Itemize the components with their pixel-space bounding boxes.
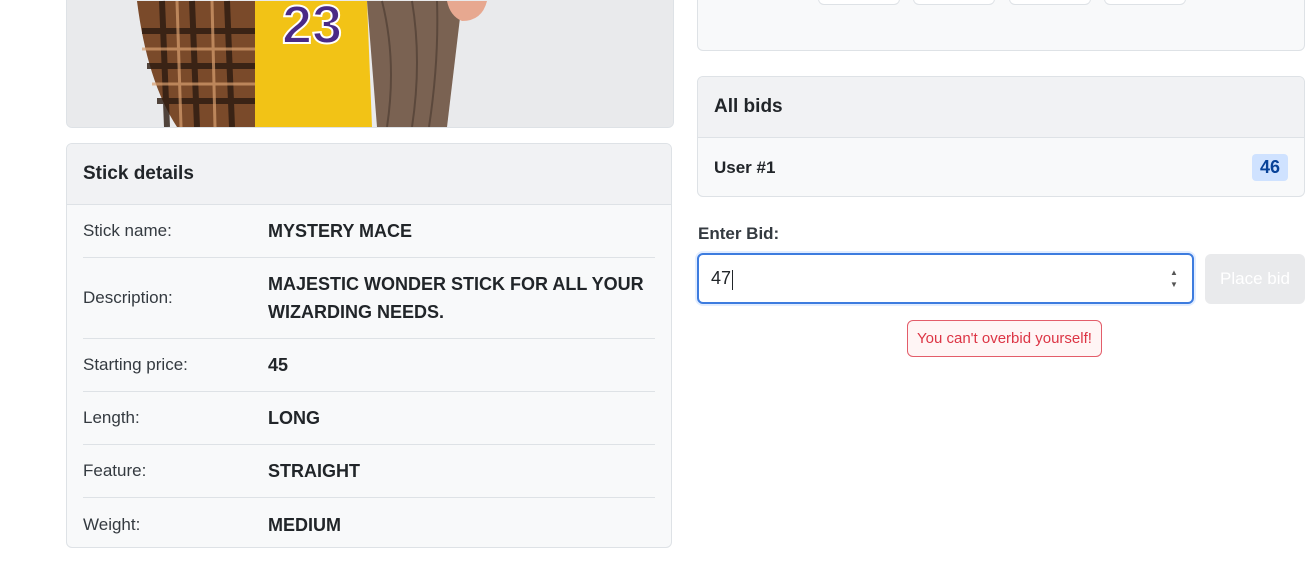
place-bid-button[interactable]: Place bid [1205, 254, 1305, 304]
top-card-chip[interactable] [1009, 0, 1091, 5]
detail-value: MAJESTIC WONDER STICK FOR ALL YOUR WIZAR… [268, 274, 644, 322]
jersey-number: 23 [282, 0, 342, 55]
top-card-chip[interactable] [913, 0, 995, 5]
number-spinner[interactable]: ▲ ▼ [1168, 268, 1180, 290]
detail-value: MEDIUM [268, 514, 341, 535]
top-card-chip[interactable] [1104, 0, 1186, 5]
detail-value: 45 [268, 355, 289, 375]
enter-bid-label: Enter Bid: [698, 224, 780, 243]
bid-row: User #1 46 [698, 138, 1304, 196]
detail-label: Length: [83, 408, 140, 427]
detail-row-starting-price: Starting price: 45 [83, 339, 655, 392]
top-card [697, 0, 1305, 51]
detail-row-feature: Feature: STRAIGHT [83, 445, 655, 498]
text-caret [732, 270, 733, 290]
detail-label: Stick name: [83, 221, 172, 240]
detail-row-stick-name: Stick name: MYSTERY MACE [83, 205, 655, 258]
overbid-error-alert: You can't overbid yourself! [907, 320, 1102, 357]
detail-value: MYSTERY MACE [268, 221, 413, 241]
detail-label: Description: [83, 288, 173, 307]
bid-input-field[interactable]: ▲ ▼ [697, 253, 1194, 304]
all-bids-header: All bids [698, 77, 1304, 138]
stick-details-card: Stick details Stick name: MYSTERY MACE D… [66, 143, 672, 548]
bid-amount-badge: 46 [1251, 154, 1288, 181]
bid-user: User #1 [714, 157, 776, 177]
stick-details-header: Stick details [67, 144, 671, 205]
detail-row-description: Description: MAJESTIC WONDER STICK FOR A… [83, 258, 655, 339]
detail-label: Weight: [83, 514, 141, 534]
all-bids-card: All bids User #1 46 [697, 76, 1305, 197]
stick-details-list: Stick name: MYSTERY MACE Description: MA… [67, 205, 671, 547]
detail-label: Feature: [83, 461, 147, 480]
detail-value: STRAIGHT [268, 461, 360, 481]
spinner-up-icon[interactable]: ▲ [1170, 268, 1178, 278]
detail-row-weight: Weight: MEDIUM [83, 498, 655, 547]
product-image: 23 [66, 0, 674, 128]
detail-row-length: Length: LONG [83, 392, 655, 445]
spinner-down-icon[interactable]: ▼ [1170, 280, 1178, 290]
detail-label: Starting price: [83, 355, 188, 374]
bid-input[interactable] [699, 255, 1139, 302]
detail-value: LONG [268, 408, 320, 428]
top-card-chip[interactable] [818, 0, 900, 5]
